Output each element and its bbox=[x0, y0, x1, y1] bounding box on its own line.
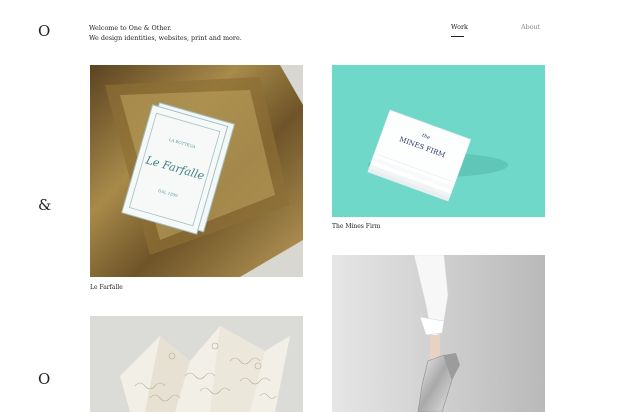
nav-about-link[interactable]: About bbox=[521, 23, 540, 31]
logo-mark-o-bottom: O bbox=[38, 370, 51, 388]
project-tile-mines-firm[interactable]: the MINES FIRM bbox=[332, 65, 545, 217]
nav-work-label: Work bbox=[451, 23, 468, 31]
project-caption-mines-firm[interactable]: The Mines Firm bbox=[332, 223, 380, 230]
mines-firm-image: the MINES FIRM bbox=[332, 65, 545, 217]
nav-about-label: About bbox=[521, 23, 541, 31]
nav-work-link[interactable]: Work bbox=[451, 23, 468, 37]
le-farfalle-image: LA BOTTEGA Le Farfalle DAL 1899 bbox=[90, 65, 303, 277]
project-tile-silver-shoes[interactable] bbox=[332, 255, 545, 412]
intro-text: Welcome to One & Other. We design identi… bbox=[89, 23, 242, 43]
logo-mark-o-top: O bbox=[38, 22, 51, 40]
intro-line-2: We design identities, websites, print an… bbox=[89, 34, 242, 42]
silver-shoes-image bbox=[332, 255, 545, 412]
logo-mark-ampersand: & bbox=[38, 196, 52, 214]
patterned-paper-image bbox=[90, 316, 303, 412]
project-tile-patterned-paper[interactable] bbox=[90, 316, 303, 412]
nav-active-underline bbox=[451, 36, 464, 37]
intro-line-1: Welcome to One & Other. bbox=[89, 24, 172, 32]
project-caption-le-farfalle[interactable]: Le Farfalle bbox=[90, 284, 123, 291]
project-tile-le-farfalle[interactable]: LA BOTTEGA Le Farfalle DAL 1899 bbox=[90, 65, 303, 277]
